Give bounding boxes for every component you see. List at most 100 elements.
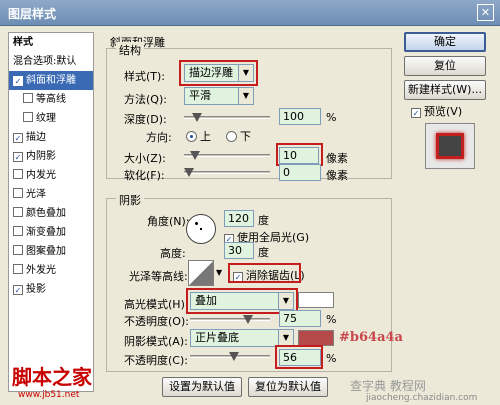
checkbox-icon[interactable] — [13, 188, 23, 198]
style-list-item[interactable]: ✓ 内阴影 — [9, 147, 93, 166]
checkbox-icon[interactable] — [23, 112, 33, 122]
shadow-opacity-label: 不透明度(C): — [124, 354, 188, 367]
angle-label: 角度(N): — [147, 215, 190, 228]
checkbox-checked-icon[interactable]: ✓ — [13, 152, 23, 162]
checkbox-icon[interactable] — [13, 264, 23, 274]
angle-marker-icon — [195, 222, 198, 225]
depth-slider[interactable] — [184, 113, 270, 123]
soften-input[interactable]: 0 — [279, 164, 321, 181]
direction-up-label: 上 — [200, 130, 211, 143]
style-list-item[interactable]: 纹理 — [9, 109, 93, 128]
soften-slider-thumb[interactable] — [184, 168, 194, 177]
style-list-item[interactable]: 颜色叠加 — [9, 204, 93, 223]
shading-group-title: 阴影 — [116, 192, 144, 208]
style-list-item[interactable]: 混合选项:默认 — [9, 52, 93, 71]
reset-button[interactable]: 复位 — [404, 56, 486, 76]
style-list-item[interactable]: ✓ 投影 — [9, 280, 93, 299]
right-watermark-url: jiaocheng.chazidian.com — [366, 393, 478, 403]
chevron-down-icon: ▼ — [238, 88, 253, 104]
technique-select[interactable]: 平滑 ▼ — [184, 87, 254, 105]
shadow-opacity-thumb[interactable] — [229, 352, 239, 361]
style-list-item[interactable]: 内发光 — [9, 166, 93, 185]
style-label: 样式(T): — [124, 70, 166, 83]
ok-button[interactable]: 确定 — [404, 32, 486, 52]
style-list-item-label: 内阴影 — [26, 151, 56, 162]
direction-label: 方向: — [146, 131, 172, 144]
highlight-opacity-slider[interactable] — [190, 315, 270, 325]
shadow-opacity-slider[interactable] — [190, 352, 270, 362]
checkbox-icon[interactable] — [13, 207, 23, 217]
style-list-item[interactable]: ✓ 斜面和浮雕 — [9, 71, 93, 90]
checkbox-checked-icon[interactable]: ✓ — [13, 76, 23, 86]
anti-alias-highlight-box — [228, 263, 301, 283]
size-slider-thumb[interactable] — [190, 151, 200, 160]
close-icon[interactable]: ✕ — [477, 4, 494, 21]
checkbox-icon[interactable] — [13, 226, 23, 236]
gloss-contour-label: 光泽等高线: — [129, 270, 188, 283]
radio-icon — [226, 131, 237, 142]
highlight-opacity-thumb[interactable] — [243, 315, 253, 324]
chevron-down-icon[interactable]: ▼ — [216, 268, 222, 277]
style-list-item-label: 颜色叠加 — [26, 208, 66, 219]
style-list-item[interactable]: 光泽 — [9, 185, 93, 204]
shadow-opacity-unit: % — [326, 352, 337, 365]
shadow-color-swatch[interactable] — [298, 330, 334, 346]
technique-label: 方法(Q): — [124, 93, 167, 106]
new-style-button[interactable]: 新建样式(W)... — [404, 80, 486, 100]
altitude-input[interactable]: 30 — [224, 242, 254, 259]
left-watermark-url: www.jb51.net — [18, 390, 80, 400]
checkbox-icon[interactable] — [13, 169, 23, 179]
soften-slider[interactable] — [184, 168, 270, 178]
highlight-opacity-input[interactable]: 75 — [279, 310, 321, 327]
style-list: 样式 混合选项:默认 ✓ 斜面和浮雕 等高线 纹理 ✓ 描边 ✓ 内阴影 内发光 光泽 颜色叠加 渐变叠… — [8, 32, 94, 392]
angle-center-icon — [200, 228, 202, 230]
style-list-item[interactable]: 等高线 — [9, 90, 93, 109]
style-list-item-label: 纹理 — [36, 113, 56, 124]
size-unit: 像素 — [326, 152, 348, 165]
highlight-mode-label: 高光模式(H): — [124, 298, 189, 311]
preview-label: 预览(V) — [424, 105, 463, 118]
style-list-item-label: 混合选项:默认 — [13, 56, 77, 67]
style-list-item-label: 等高线 — [36, 94, 66, 105]
checkbox-checked-icon[interactable]: ✓ — [13, 285, 23, 295]
highlight-color-swatch[interactable] — [298, 292, 334, 308]
chevron-down-icon: ▼ — [278, 330, 293, 346]
checkbox-icon[interactable] — [13, 245, 23, 255]
make-default-button[interactable]: 设置为默认值 — [162, 377, 242, 397]
style-list-item[interactable]: ✓ 描边 — [9, 128, 93, 147]
style-list-item[interactable]: 图案叠加 — [9, 242, 93, 261]
direction-down-label: 下 — [240, 130, 251, 143]
altitude-label: 高度: — [160, 247, 186, 260]
soften-label: 软化(F): — [124, 169, 165, 182]
highlight-opacity-label: 不透明度(O): — [124, 315, 189, 328]
style-highlight-box — [179, 60, 258, 86]
highlight-opacity-unit: % — [326, 313, 337, 326]
size-slider[interactable] — [184, 151, 270, 161]
style-list-item-label: 内发光 — [26, 170, 56, 181]
gloss-contour-preview[interactable] — [188, 260, 214, 286]
style-preview — [425, 123, 475, 169]
style-list-item-label: 投影 — [26, 284, 46, 295]
checkbox-checked-icon[interactable]: ✓ — [13, 133, 23, 143]
depth-slider-thumb[interactable] — [192, 113, 202, 122]
preview-thumbnail — [436, 133, 464, 159]
depth-unit: % — [326, 111, 337, 124]
style-list-item[interactable]: 渐变叠加 — [9, 223, 93, 242]
reset-default-button[interactable]: 复位为默认值 — [248, 377, 328, 397]
checkbox-icon[interactable] — [23, 93, 33, 103]
title-bar: 图层样式 ✕ — [0, 0, 500, 26]
direction-down-radio[interactable]: 下 — [226, 128, 251, 144]
style-list-item-label: 渐变叠加 — [26, 227, 66, 238]
preview-checkbox[interactable]: ✓ 预览(V) — [411, 103, 462, 119]
style-list-item[interactable]: 外发光 — [9, 261, 93, 280]
style-list-item-label: 斜面和浮雕 — [26, 75, 76, 86]
angle-input[interactable]: 120 — [224, 210, 254, 227]
depth-label: 深度(D): — [124, 113, 167, 126]
direction-up-radio[interactable]: 上 — [186, 128, 211, 144]
angle-dial[interactable] — [186, 214, 216, 244]
depth-input[interactable]: 100 — [279, 108, 321, 125]
style-list-item-label: 光泽 — [26, 189, 46, 200]
style-list-item-label: 外发光 — [26, 265, 56, 276]
technique-select-value: 平滑 — [189, 89, 211, 102]
soften-unit: 像素 — [326, 169, 348, 182]
